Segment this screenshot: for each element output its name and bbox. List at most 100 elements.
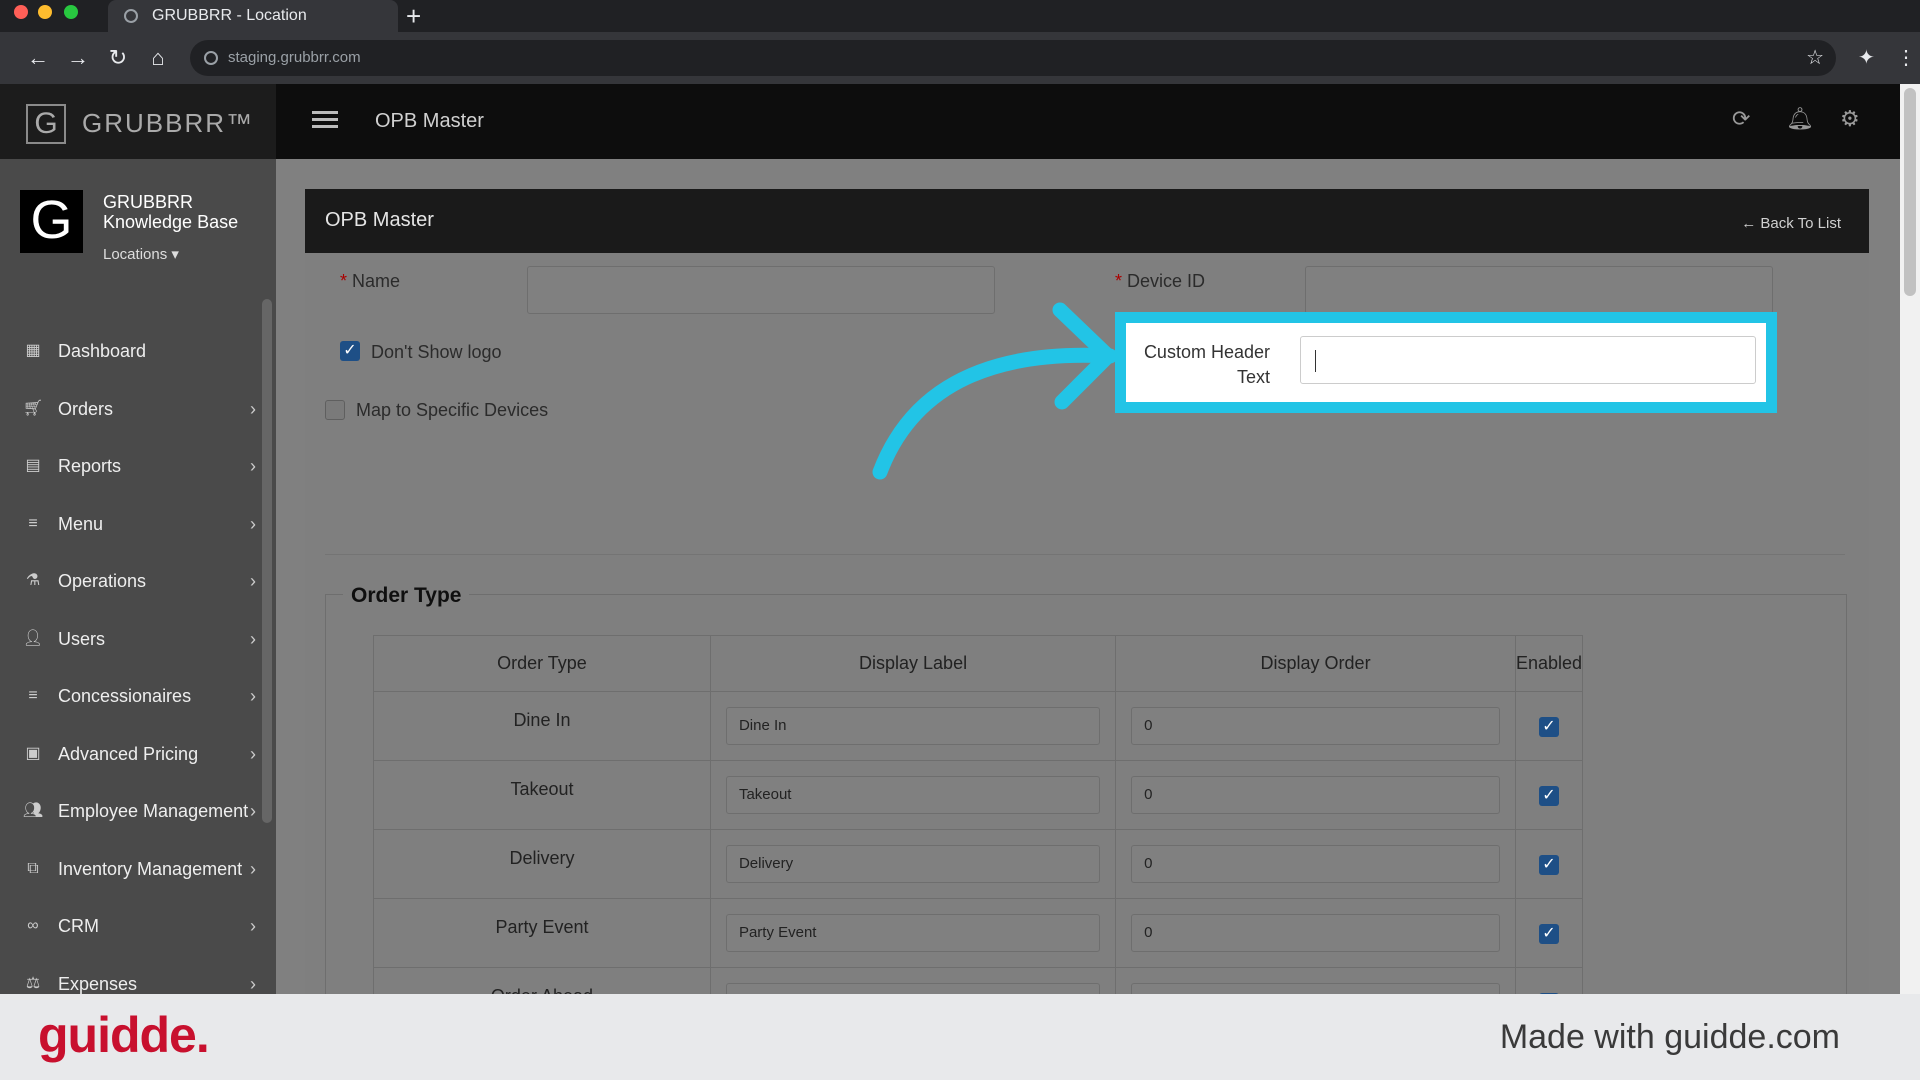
sidebar-item[interactable]: ⚖ Expenses › — [0, 964, 262, 995]
enabled-checkbox[interactable]: ✓ — [1538, 924, 1559, 944]
sidebar-item[interactable]: ≡ Concessionaires › — [0, 676, 262, 716]
sidebar-item[interactable]: ▤ Reports › — [0, 446, 262, 486]
display-order-input[interactable]: 0 — [1131, 845, 1500, 883]
dont-show-logo-checkbox[interactable]: ✓ — [340, 341, 360, 361]
page-scrollbar[interactable] — [1900, 84, 1920, 994]
display-order-input[interactable]: 0 — [1131, 914, 1500, 952]
brand-logo-icon: G — [26, 104, 66, 144]
sidebar-item[interactable]: 👥︎ Employee Management › — [0, 791, 262, 831]
order-type-cell: Takeout — [373, 760, 711, 830]
browser-tab[interactable]: GRUBBRR - Location — [108, 0, 398, 32]
new-tab-button[interactable]: + — [406, 0, 421, 32]
maximize-window-button[interactable] — [64, 5, 78, 19]
url-text: staging.grubbrr.com — [228, 49, 361, 66]
chevron-right-icon: › — [250, 513, 256, 534]
app-viewport: G GRUBBRR™ OPB Master ⟳ 🔔︎ ⚙ G GRUBBRR K… — [0, 84, 1920, 994]
display-label-input[interactable]: Delivery — [725, 845, 1101, 883]
sidebar-item[interactable]: ⧉ Inventory Management › — [0, 849, 262, 889]
table-row: Dine In Dine In 0 ✓ — [373, 691, 1584, 761]
bell-icon[interactable]: 🔔︎ — [1786, 106, 1814, 132]
minimize-window-button[interactable] — [38, 5, 52, 19]
locations-dropdown[interactable]: Locations ▾ — [103, 245, 179, 263]
chevron-right-icon: › — [250, 858, 256, 879]
enabled-cell: ✓ — [1514, 760, 1584, 830]
hamburger-menu-icon[interactable] — [312, 111, 338, 129]
refresh-icon[interactable]: ⟳ — [1732, 106, 1750, 132]
sidebar-item-label: Reports — [58, 456, 122, 476]
enabled-cell: ✓ — [1514, 967, 1584, 994]
enabled-checkbox[interactable]: ✓ — [1538, 786, 1559, 806]
display-order-cell: 0 — [1115, 760, 1516, 830]
display-label-input[interactable]: Dine In — [725, 707, 1101, 745]
gear-icon[interactable]: ⚙ — [1840, 106, 1860, 132]
close-window-button[interactable] — [14, 5, 28, 19]
table-row: Party Event Party Event 0 ✓ — [373, 898, 1584, 968]
flask-icon: ⚗ — [25, 572, 41, 589]
sidebar-item[interactable]: ▣ Advanced Pricing › — [0, 734, 262, 774]
brand-area[interactable]: G GRUBBRR™ — [0, 84, 276, 159]
order-type-table: Order Type Display Label Display Order Enab… — [373, 635, 1584, 994]
display-label-input[interactable]: Party Event — [725, 914, 1101, 952]
table-row: Takeout Takeout 0 ✓ — [373, 760, 1584, 830]
display-order-input[interactable]: 0 — [1131, 707, 1500, 745]
sidebar-item-label: Menu — [58, 513, 104, 534]
sidebar-item-label: CRM — [58, 916, 99, 936]
sidebar-item[interactable]: 🛒︎ Orders › — [0, 389, 262, 429]
sidebar-item[interactable]: ⚗ Operations › — [0, 561, 262, 601]
enabled-cell: ✓ — [1514, 691, 1584, 761]
display-label-cell: Order Ahead — [709, 967, 1117, 994]
bookmark-star-icon[interactable]: ☆ — [1806, 40, 1824, 76]
browser-tab-bar: GRUBBRR - Location + — [0, 0, 1920, 32]
site-info-icon[interactable] — [204, 51, 218, 65]
sidebar-item[interactable]: ≡ Menu › — [0, 504, 262, 544]
back-to-list-link[interactable]: ← Back To List — [1741, 215, 1841, 232]
cart-icon: 🛒︎ — [22, 399, 44, 417]
chevron-right-icon: › — [250, 916, 256, 936]
custom-header-input[interactable] — [1300, 336, 1756, 384]
sidebar-item-label: Employee Management — [58, 801, 249, 821]
guidde-logo: guidde. — [38, 1007, 210, 1063]
money-icon: ▣ — [25, 744, 41, 762]
order-type-cell: Order Ahead — [373, 967, 711, 994]
back-to-list-label: Back To List — [1760, 215, 1841, 232]
display-label-input[interactable]: Takeout — [725, 776, 1101, 814]
sidebar-item-label: Users — [58, 628, 106, 649]
address-bar[interactable]: staging.grubbrr.com ☆ — [190, 40, 1836, 76]
name-label-text: Name — [352, 271, 401, 291]
report-icon: ▤ — [25, 457, 41, 474]
map-devices-label: Map to Specific Devices — [356, 400, 549, 420]
display-label-cell: Delivery — [709, 829, 1117, 899]
map-devices-checkbox[interactable] — [325, 400, 345, 420]
sidebar-item[interactable]: 👤︎ Users › — [0, 619, 262, 659]
column-header: Enabled — [1514, 635, 1584, 692]
browser-toolbar: ← → ↻ ⌂ staging.grubbrr.com ☆ ✦ ⋮ — [0, 32, 1920, 84]
reload-icon[interactable]: ↻ — [102, 42, 134, 74]
link-icon: ∞ — [27, 917, 39, 934]
enabled-checkbox[interactable]: ✓ — [1538, 717, 1559, 737]
back-arrow-icon[interactable]: ← — [22, 42, 54, 74]
browser-menu-icon[interactable]: ⋮ — [1896, 42, 1916, 74]
display-order-input[interactable]: 0 — [1131, 776, 1500, 814]
table-row: Order Ahead Order Ahead 0 ✓ — [373, 967, 1584, 994]
sidebar-scrollbar[interactable] — [262, 299, 272, 823]
home-icon[interactable]: ⌂ — [142, 42, 174, 74]
extensions-icon[interactable]: ✦ — [1858, 42, 1875, 74]
page-scrollbar-thumb[interactable] — [1904, 88, 1916, 296]
sidebar-item[interactable]: ▦ Dashboard — [0, 331, 262, 371]
globe-icon — [124, 9, 138, 23]
sidebar-item[interactable]: ∞ CRM › — [0, 906, 262, 946]
sidebar-item-label: Concessionaires — [58, 686, 192, 706]
sidebar-item-label: Dashboard — [58, 341, 147, 361]
device-id-input[interactable] — [1305, 266, 1773, 314]
chevron-right-icon: › — [250, 973, 256, 994]
enabled-checkbox[interactable]: ✓ — [1538, 855, 1559, 875]
table-row: Delivery Delivery 0 ✓ — [373, 829, 1584, 899]
display-label-input[interactable]: Order Ahead — [725, 983, 1101, 994]
custom-header-label: Custom Header Text — [1143, 342, 1270, 387]
display-label-cell: Takeout — [709, 760, 1117, 830]
highlight-arrow — [872, 302, 1118, 480]
display-order-input[interactable]: 0 — [1131, 983, 1500, 994]
sidebar: G GRUBBRR Knowledge Base Locations ▾ ▦ Da… — [0, 159, 276, 994]
display-order-cell: 0 — [1115, 967, 1516, 994]
forward-arrow-icon[interactable]: → — [62, 42, 94, 74]
